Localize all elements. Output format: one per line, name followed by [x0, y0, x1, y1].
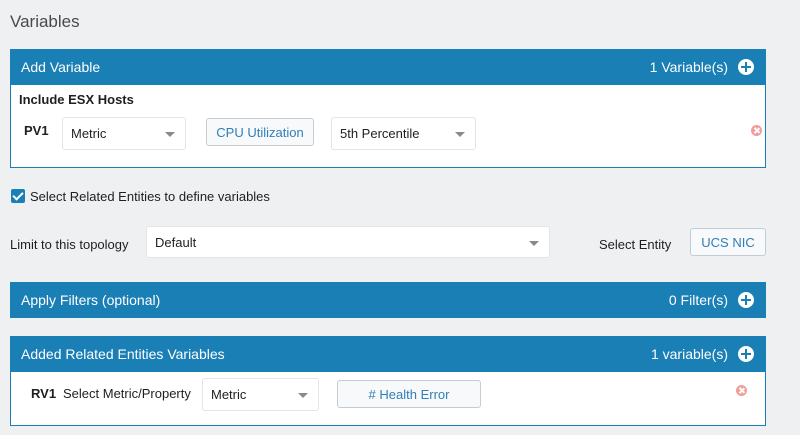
add-variable-title: Add Variable — [21, 59, 101, 75]
chevron-down-icon — [455, 132, 465, 137]
related-entities-checkbox[interactable] — [11, 189, 25, 203]
variable-type-select[interactable]: Metric — [62, 117, 186, 150]
add-filter-plus-icon[interactable] — [738, 292, 754, 308]
topology-select[interactable]: Default — [146, 226, 550, 258]
remove-related-variable-icon[interactable] — [736, 385, 747, 396]
metric-button[interactable]: CPU Utilization — [206, 118, 314, 146]
related-variable-id: RV1 — [31, 386, 57, 401]
remove-variable-icon[interactable] — [751, 125, 762, 136]
apply-filters-header[interactable]: Apply Filters (optional) 0 Filter(s) — [10, 282, 766, 318]
related-variables-header: Added Related Entities Variables 1 varia… — [10, 336, 766, 372]
chevron-down-icon — [298, 393, 308, 398]
filter-count: 0 Filter(s) — [668, 292, 728, 308]
aggregation-value: 5th Percentile — [340, 126, 420, 141]
variable-id: PV1 — [24, 123, 49, 138]
select-entity-label: Select Entity — [599, 237, 672, 252]
related-variables-title: Added Related Entities Variables — [21, 346, 225, 362]
chevron-down-icon — [529, 241, 539, 246]
chevron-down-icon — [165, 132, 175, 137]
page-title: Variables — [10, 12, 80, 31]
add-related-variable-plus-icon[interactable] — [738, 346, 754, 362]
related-metric-button[interactable]: # Health Error — [337, 380, 481, 408]
topology-label: Limit to this topology — [10, 237, 129, 252]
variable-type-value: Metric — [71, 126, 107, 141]
related-variable-label: Select Metric/Property — [63, 386, 191, 401]
add-variable-plus-icon[interactable] — [738, 59, 754, 75]
add-variable-panel: Include ESX Hosts PV1 Metric CPU Utiliza… — [10, 85, 766, 168]
related-variable-type-value: Metric — [211, 387, 247, 402]
related-entities-label: Select Related Entities to define variab… — [30, 189, 270, 204]
apply-filters-title: Apply Filters (optional) — [21, 292, 161, 308]
aggregation-select[interactable]: 5th Percentile — [331, 117, 476, 150]
variable-count: 1 Variable(s) — [649, 59, 728, 75]
topology-value: Default — [155, 234, 197, 250]
select-entity-button[interactable]: UCS NIC — [690, 228, 766, 256]
add-variable-header: Add Variable 1 Variable(s) — [10, 49, 766, 85]
related-variable-count: 1 variable(s) — [650, 346, 728, 362]
related-variable-type-select[interactable]: Metric — [202, 378, 319, 411]
group-label: Include ESX Hosts — [19, 92, 134, 107]
related-variables-panel: RV1 Select Metric/Property Metric # Heal… — [10, 372, 766, 426]
